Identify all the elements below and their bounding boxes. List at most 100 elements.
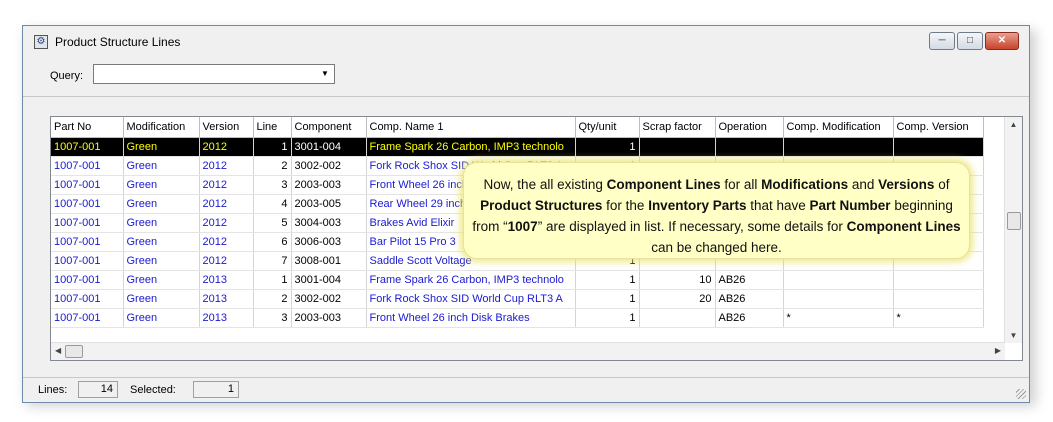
cell-comp-ver[interactable] xyxy=(893,289,984,309)
column-header[interactable]: Part No xyxy=(51,117,124,138)
cell-modification[interactable]: Green xyxy=(123,270,200,290)
cell-scrap[interactable] xyxy=(639,137,716,157)
cell-operation[interactable] xyxy=(715,137,784,157)
cell-version[interactable]: 2012 xyxy=(199,137,254,157)
cell-comp-ver[interactable] xyxy=(893,137,984,157)
cell-comp-mod[interactable] xyxy=(783,137,894,157)
cell-comp-mod[interactable]: * xyxy=(783,308,894,328)
cell-version[interactable]: 2012 xyxy=(199,194,254,214)
cell-part-no[interactable]: 1007-001 xyxy=(51,251,124,271)
column-header[interactable]: Component xyxy=(291,117,367,138)
table-row[interactable]: 1007-001 Green 2013 1 3001-004 Frame Spark 26… xyxy=(51,270,984,290)
minimize-button[interactable]: ─ xyxy=(929,32,955,50)
cell-version[interactable]: 2012 xyxy=(199,156,254,176)
cell-comp-name[interactable]: Frame Spark 26 Carbon, IMP3 technolo xyxy=(366,137,576,157)
resize-grip-icon[interactable] xyxy=(1016,389,1026,399)
scroll-left-icon[interactable]: ◀ xyxy=(55,346,61,355)
cell-comp-name[interactable]: Front Wheel 26 inch Disk Brakes xyxy=(366,308,576,328)
cell-line[interactable]: 7 xyxy=(253,251,292,271)
cell-component[interactable]: 3001-004 xyxy=(291,270,367,290)
cell-line[interactable]: 1 xyxy=(253,270,292,290)
scroll-up-icon[interactable]: ▲ xyxy=(1005,120,1022,129)
column-header[interactable]: Scrap factor xyxy=(639,117,716,138)
cell-version[interactable]: 2012 xyxy=(199,213,254,233)
cell-modification[interactable]: Green xyxy=(123,194,200,214)
cell-line[interactable]: 4 xyxy=(253,194,292,214)
table-row[interactable]: 1007-001 Green 2013 3 2003-003 Front Wheel 26… xyxy=(51,308,984,328)
cell-version[interactable]: 2012 xyxy=(199,251,254,271)
cell-component[interactable]: 3004-003 xyxy=(291,213,367,233)
cell-line[interactable]: 2 xyxy=(253,289,292,309)
cell-operation[interactable]: AB26 xyxy=(715,270,784,290)
cell-part-no[interactable]: 1007-001 xyxy=(51,156,124,176)
column-header[interactable]: Modification xyxy=(123,117,200,138)
cell-line[interactable]: 3 xyxy=(253,308,292,328)
cell-modification[interactable]: Green xyxy=(123,308,200,328)
column-header[interactable]: Comp. Version xyxy=(893,117,984,138)
cell-part-no[interactable]: 1007-001 xyxy=(51,308,124,328)
cell-qty[interactable]: 1 xyxy=(575,308,640,328)
cell-component[interactable]: 3002-002 xyxy=(291,289,367,309)
cell-component[interactable]: 3001-004 xyxy=(291,137,367,157)
close-button[interactable]: ✕ xyxy=(985,32,1019,50)
cell-component[interactable]: 2003-003 xyxy=(291,308,367,328)
scroll-right-icon[interactable]: ▶ xyxy=(995,346,1001,355)
cell-part-no[interactable]: 1007-001 xyxy=(51,270,124,290)
vertical-scrollbar[interactable]: ▲ ▼ xyxy=(1004,117,1022,343)
cell-operation[interactable]: AB26 xyxy=(715,289,784,309)
cell-component[interactable]: 3006-003 xyxy=(291,232,367,252)
cell-qty[interactable]: 1 xyxy=(575,289,640,309)
cell-line[interactable]: 2 xyxy=(253,156,292,176)
horizontal-scroll-thumb[interactable] xyxy=(65,345,83,358)
column-header[interactable]: Line xyxy=(253,117,292,138)
cell-comp-mod[interactable] xyxy=(783,270,894,290)
cell-version[interactable]: 2013 xyxy=(199,308,254,328)
cell-scrap[interactable] xyxy=(639,308,716,328)
cell-part-no[interactable]: 1007-001 xyxy=(51,137,124,157)
cell-component[interactable]: 2003-003 xyxy=(291,175,367,195)
cell-qty[interactable]: 1 xyxy=(575,270,640,290)
table-row[interactable]: 1007-001 Green 2013 2 3002-002 Fork Rock Shox… xyxy=(51,289,984,309)
cell-version[interactable]: 2013 xyxy=(199,270,254,290)
maximize-button[interactable]: □ xyxy=(957,32,983,50)
cell-component[interactable]: 3002-002 xyxy=(291,156,367,176)
cell-component[interactable]: 3008-001 xyxy=(291,251,367,271)
title-bar[interactable]: ⚙ Product Structure Lines ─ □ ✕ xyxy=(23,26,1029,60)
cell-component[interactable]: 2003-005 xyxy=(291,194,367,214)
cell-part-no[interactable]: 1007-001 xyxy=(51,175,124,195)
cell-modification[interactable]: Green xyxy=(123,251,200,271)
cell-line[interactable]: 3 xyxy=(253,175,292,195)
cell-line[interactable]: 6 xyxy=(253,232,292,252)
cell-version[interactable]: 2013 xyxy=(199,289,254,309)
cell-line[interactable]: 1 xyxy=(253,137,292,157)
column-header[interactable]: Qty/unit xyxy=(575,117,640,138)
cell-part-no[interactable]: 1007-001 xyxy=(51,194,124,214)
cell-modification[interactable]: Green xyxy=(123,289,200,309)
cell-operation[interactable]: AB26 xyxy=(715,308,784,328)
chevron-down-icon[interactable]: ▼ xyxy=(317,66,333,82)
cell-comp-ver[interactable]: * xyxy=(893,308,984,328)
cell-comp-mod[interactable] xyxy=(783,289,894,309)
cell-version[interactable]: 2012 xyxy=(199,232,254,252)
vertical-scroll-thumb[interactable] xyxy=(1007,212,1021,230)
table-row[interactable]: 1007-001 Green 2012 1 3001-004 Frame Spark 26… xyxy=(51,137,984,157)
column-header[interactable]: Comp. Modification xyxy=(783,117,894,138)
cell-qty[interactable]: 1 xyxy=(575,137,640,157)
cell-line[interactable]: 5 xyxy=(253,213,292,233)
cell-modification[interactable]: Green xyxy=(123,213,200,233)
cell-modification[interactable]: Green xyxy=(123,175,200,195)
column-header[interactable]: Version xyxy=(199,117,254,138)
query-select[interactable]: ▼ xyxy=(93,64,335,84)
column-header[interactable]: Comp. Name 1 xyxy=(366,117,576,138)
cell-comp-name[interactable]: Frame Spark 26 Carbon, IMP3 technolo xyxy=(366,270,576,290)
cell-comp-ver[interactable] xyxy=(893,270,984,290)
cell-scrap[interactable]: 20 xyxy=(639,289,716,309)
cell-part-no[interactable]: 1007-001 xyxy=(51,232,124,252)
horizontal-scrollbar[interactable]: ◀ ▶ xyxy=(51,342,1005,360)
cell-version[interactable]: 2012 xyxy=(199,175,254,195)
scroll-down-icon[interactable]: ▼ xyxy=(1005,331,1022,340)
column-header[interactable]: Operation xyxy=(715,117,784,138)
cell-modification[interactable]: Green xyxy=(123,156,200,176)
cell-modification[interactable]: Green xyxy=(123,232,200,252)
cell-comp-name[interactable]: Fork Rock Shox SID World Cup RLT3 A xyxy=(366,289,576,309)
